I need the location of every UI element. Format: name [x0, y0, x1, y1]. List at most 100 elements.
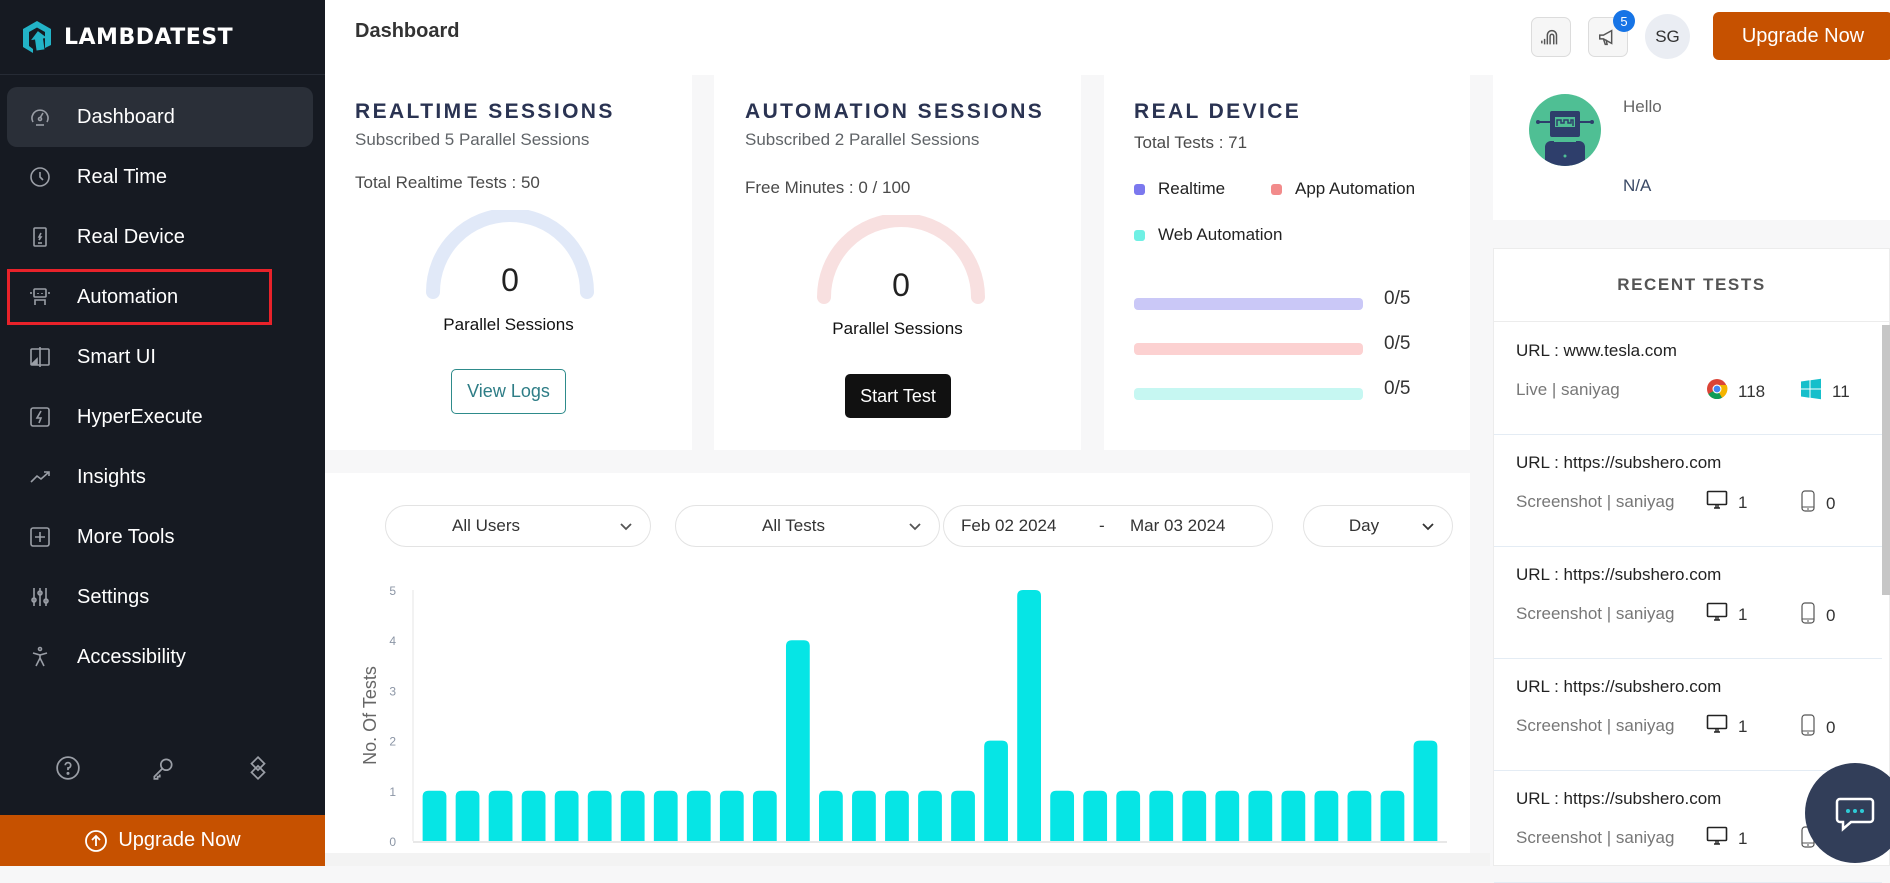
logo[interactable]: LAMBDATEST	[20, 18, 233, 56]
sidebar-item-real-time[interactable]: Real Time	[7, 147, 313, 207]
test-stat-1: 118	[1706, 378, 1765, 405]
windows-icon	[1800, 378, 1822, 405]
chart-bar[interactable]: Feb 12: 1	[752, 790, 777, 841]
view-logs-button[interactable]: View Logs	[451, 369, 566, 414]
users-filter-select[interactable]: All Users	[385, 505, 651, 547]
chart-bar[interactable]: Mar 01: 1	[1347, 790, 1372, 841]
stat-value: 0	[1826, 493, 1836, 513]
chart-bar[interactable]: Feb 20: 5	[1017, 590, 1041, 841]
robot-avatar-icon	[1529, 94, 1601, 166]
gauge-label-text: Parallel Sessions	[832, 319, 963, 338]
chart-bar[interactable]: Feb 24: 1	[1149, 790, 1174, 841]
web-automation-progress-bar	[1134, 388, 1363, 400]
recent-test-item[interactable]: URL : www.tesla.com Live | saniyag 118 11	[1494, 323, 1882, 435]
key-icon[interactable]	[150, 755, 176, 786]
sidebar-item-smart-ui[interactable]: Smart UI	[7, 327, 313, 387]
chart-bar[interactable]: Feb 07: 1	[587, 790, 612, 841]
chart-bar[interactable]: Feb 14: 1	[819, 790, 843, 841]
test-url[interactable]: URL : https://subshero.com	[1516, 453, 1721, 473]
stat-value: 0	[1826, 605, 1836, 625]
start-test-button[interactable]: Start Test	[845, 374, 951, 418]
date-from[interactable]: Feb 02 2024	[961, 516, 1056, 536]
chart-bar[interactable]: Feb 05: 1	[521, 790, 546, 841]
card-title: AUTOMATION SESSIONS	[745, 100, 1045, 123]
sidebar: LAMBDATEST Dashboard Real Time Real Devi…	[0, 0, 325, 866]
web-automation-progress-value: 0/5	[1384, 378, 1411, 399]
tests-filter-select[interactable]: All Tests	[675, 505, 940, 547]
realtime-progress-bar	[1134, 298, 1363, 310]
chart-bar[interactable]: Feb 02: 1	[422, 790, 447, 841]
sidebar-item-real-device[interactable]: Real Device	[7, 207, 313, 267]
chart-bar[interactable]: Feb 23: 1	[1116, 790, 1141, 841]
chart-bar[interactable]: Feb 08: 1	[620, 790, 645, 841]
chart-bar[interactable]: Feb 26: 1	[1215, 790, 1240, 841]
chart-bar[interactable]: Mar 02: 1	[1380, 790, 1405, 841]
announcements-button[interactable]: 5	[1588, 10, 1635, 57]
tunnel-button[interactable]	[1531, 17, 1571, 57]
chart-bar[interactable]: Feb 10: 1	[686, 790, 711, 841]
test-url[interactable]: URL : https://subshero.com	[1516, 789, 1721, 809]
chart-bar[interactable]: Feb 28: 1	[1281, 790, 1306, 841]
sidebar-item-insights[interactable]: Insights	[7, 447, 313, 507]
chart-bar[interactable]: Feb 11: 1	[719, 790, 744, 841]
test-meta: Live | saniyag	[1516, 380, 1620, 399]
sidebar-item-settings[interactable]: Settings	[7, 567, 313, 627]
granularity-select[interactable]: Day	[1303, 505, 1453, 547]
sidebar-item-hyperexecute[interactable]: HyperExecute	[7, 387, 313, 447]
app-automation-progress-value: 0/5	[1384, 333, 1411, 354]
chart-bar[interactable]: Feb 09: 1	[653, 790, 678, 841]
recent-tests-scrollbar[interactable]	[1882, 325, 1890, 595]
help-icon[interactable]	[55, 755, 81, 786]
sidebar-item-accessibility[interactable]: Accessibility	[7, 627, 313, 687]
gauge-label-text: Parallel Sessions	[443, 315, 574, 334]
chart-bar[interactable]: Feb 15: 1	[852, 790, 876, 841]
sidebar-item-label: Insights	[77, 465, 146, 488]
person-icon	[27, 644, 53, 670]
test-stat-1: 1	[1706, 602, 1747, 627]
recent-test-item[interactable]: URL : https://subshero.com Screenshot | s…	[1494, 435, 1882, 547]
stat-value: 118	[1738, 381, 1766, 401]
stat-value: 1	[1738, 828, 1748, 848]
sidebar-item-automation[interactable]: Automation	[7, 267, 313, 327]
mobile-icon	[1800, 602, 1816, 629]
chart-bar[interactable]: Feb 25: 1	[1182, 790, 1207, 841]
test-stat-1: 1	[1706, 714, 1747, 739]
sidebar-item-label: HyperExecute	[77, 405, 203, 428]
test-url[interactable]: URL : www.tesla.com	[1516, 341, 1677, 361]
chart-bar[interactable]: Feb 18: 1	[951, 790, 975, 841]
integration-icon[interactable]	[245, 755, 271, 786]
date-range-picker[interactable]: Feb 02 2024 - Mar 03 2024	[943, 505, 1273, 547]
user-avatar[interactable]: SG	[1645, 14, 1690, 59]
chart-bar[interactable]: Feb 13: 4	[785, 640, 810, 841]
sidebar-upgrade-button[interactable]: Upgrade Now	[0, 815, 325, 866]
chart-bar[interactable]: Feb 22: 1	[1083, 790, 1108, 841]
card-title: REALTIME SESSIONS	[355, 100, 615, 123]
horizontal-scrollbar[interactable]	[325, 853, 1490, 866]
chart-bar[interactable]: Feb 19: 2	[984, 740, 1008, 841]
legend-realtime: Realtime	[1134, 179, 1225, 199]
header-upgrade-button[interactable]: Upgrade Now	[1713, 12, 1890, 60]
date-separator: -	[1099, 516, 1105, 535]
sidebar-item-dashboard[interactable]: Dashboard	[7, 87, 313, 147]
test-url[interactable]: URL : https://subshero.com	[1516, 565, 1721, 585]
legend-swatch	[1134, 229, 1145, 241]
notification-badge: 5	[1613, 10, 1635, 32]
recent-test-item[interactable]: URL : https://subshero.com Screenshot | s…	[1494, 659, 1882, 771]
test-url[interactable]: URL : https://subshero.com	[1516, 677, 1721, 697]
chart-bar[interactable]: Mar 03: 2	[1413, 740, 1438, 841]
chart-bar[interactable]: Feb 16: 1	[885, 790, 909, 841]
sidebar-item-label: Dashboard	[77, 105, 175, 128]
date-to[interactable]: Mar 03 2024	[1130, 516, 1225, 536]
tunnel-icon	[1541, 29, 1558, 45]
chart-bar[interactable]: Feb 03: 1	[455, 790, 480, 841]
sidebar-item-more-tools[interactable]: More Tools	[7, 507, 313, 567]
chart-bar[interactable]: Feb 27: 1	[1248, 790, 1273, 841]
chart-bar[interactable]: Feb 04: 1	[488, 790, 513, 841]
chart-bar[interactable]: Feb 17: 1	[918, 790, 942, 841]
chart-bar[interactable]: Feb 21: 1	[1050, 790, 1075, 841]
chart-bar[interactable]: Feb 29: 1	[1314, 790, 1339, 841]
sidebar-item-label: Automation	[77, 285, 179, 308]
recent-test-item[interactable]: URL : https://subshero.com Screenshot | s…	[1494, 547, 1882, 659]
chart-bar[interactable]: Feb 06: 1	[554, 790, 579, 841]
sidebar-item-label: Real Time	[77, 165, 168, 188]
